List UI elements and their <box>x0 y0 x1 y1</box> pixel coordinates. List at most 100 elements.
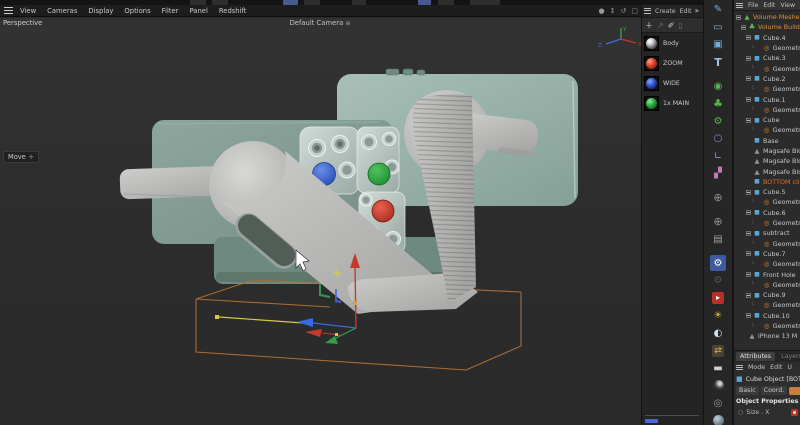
material-item[interactable]: 1x MAIN <box>642 93 703 113</box>
tree-row[interactable]: Geometry <box>734 259 800 269</box>
viewport-canvas[interactable]: Perspective Default Camera ⊕ Move✛ Y Z X <box>0 18 641 425</box>
tree-row[interactable]: Volume Mesher <box>734 12 800 22</box>
shading-icon[interactable] <box>710 325 726 341</box>
material-scroll-chip[interactable] <box>645 419 658 423</box>
camera-switch-icon[interactable]: ⊕ <box>345 20 350 27</box>
sphere-a-icon[interactable] <box>710 413 726 425</box>
sphere-dark-icon[interactable] <box>710 378 726 394</box>
menu-panel[interactable]: Panel <box>190 7 208 15</box>
material-menu-edit[interactable]: Edit <box>680 8 692 15</box>
tree-row[interactable]: Cube.2 <box>734 74 800 84</box>
sphere-icon[interactable]: ● <box>599 7 605 15</box>
material-item[interactable]: ZOOM <box>642 53 703 73</box>
keyframe-circle-icon[interactable]: ○ <box>738 409 743 416</box>
add-material-button[interactable]: ＋ <box>645 20 653 31</box>
size-x-row[interactable]: ○ Size . X <box>734 407 800 418</box>
subdiv-icon[interactable] <box>710 78 726 94</box>
material-menu-create[interactable]: Create <box>655 8 676 15</box>
tree-row[interactable]: Geometry <box>734 63 800 73</box>
main-button[interactable] <box>368 163 390 185</box>
updown-icon[interactable]: ↕ <box>610 7 616 15</box>
camera-tool-icon[interactable] <box>710 231 726 247</box>
attr-menu-edit[interactable]: Edit <box>770 364 782 371</box>
tree-row[interactable]: BOTTOM cli <box>734 177 800 187</box>
mograph-icon[interactable] <box>710 166 726 182</box>
menu-filter[interactable]: Filter <box>162 7 179 15</box>
record-badge-icon[interactable] <box>791 409 798 416</box>
tree-row[interactable]: Cube.9 <box>734 290 800 300</box>
expander-icon[interactable] <box>736 15 741 20</box>
expander-icon[interactable] <box>746 118 751 123</box>
tree-row[interactable]: Front Hole <box>734 269 800 279</box>
hamburger-icon[interactable] <box>4 7 13 14</box>
subtab-object-active[interactable] <box>789 387 800 395</box>
window-icon[interactable]: ▢ <box>631 7 638 15</box>
tree-row[interactable]: Geometry <box>734 84 800 94</box>
light-icon[interactable] <box>710 308 726 324</box>
object-menu-file[interactable]: File <box>748 2 758 9</box>
ring-icon[interactable] <box>710 395 726 411</box>
tree-row[interactable]: Geometry <box>734 125 800 135</box>
expander-icon[interactable] <box>746 313 751 318</box>
tree-row[interactable]: Magsafe Blo <box>734 146 800 156</box>
attr-menu-user[interactable]: U <box>787 364 792 371</box>
spline-corner-icon[interactable] <box>710 148 726 164</box>
expander-icon[interactable] <box>746 293 751 298</box>
pen-icon[interactable] <box>710 2 726 18</box>
menu-cameras[interactable]: Cameras <box>47 7 77 15</box>
floor-icon[interactable] <box>710 360 726 376</box>
expander-icon[interactable] <box>746 231 751 236</box>
tree-row[interactable]: Cube.6 <box>734 208 800 218</box>
menu-options[interactable]: Options <box>124 7 150 15</box>
text-tool-icon[interactable] <box>710 54 726 70</box>
orientation-axis-gizmo[interactable]: Y Z X <box>596 24 641 56</box>
expander-icon[interactable] <box>741 25 746 30</box>
expander-icon[interactable] <box>746 76 751 81</box>
tree-row[interactable]: Cube <box>734 115 800 125</box>
tree-row[interactable]: Cube.1 <box>734 94 800 104</box>
globe-b-icon[interactable] <box>710 214 726 230</box>
tab-attributes[interactable]: Attributes <box>736 352 775 361</box>
tree-row[interactable]: Magsafe Blo <box>734 166 800 176</box>
stage-icon[interactable] <box>710 290 726 306</box>
generator-icon[interactable] <box>710 113 726 129</box>
expander-icon[interactable] <box>746 251 751 256</box>
expander-icon[interactable] <box>746 97 751 102</box>
material-swatch[interactable] <box>644 56 659 71</box>
tree-row[interactable]: Geometry <box>734 300 800 310</box>
hamburger-icon[interactable] <box>736 365 743 370</box>
environment-icon[interactable] <box>710 255 726 271</box>
subtab-basic[interactable]: Basic <box>736 386 759 395</box>
tree-row[interactable]: Cube.10 <box>734 311 800 321</box>
menu-view[interactable]: View <box>20 7 36 15</box>
chevron-right-icon[interactable]: ▶ <box>696 8 700 14</box>
tree-row[interactable]: Cube.4 <box>734 33 800 43</box>
expander-icon[interactable] <box>746 210 751 215</box>
spline-circle-icon[interactable] <box>710 131 726 147</box>
attr-menu-mode[interactable]: Mode <box>748 364 765 371</box>
object-menu-edit[interactable]: Edit <box>763 2 775 9</box>
expander-icon[interactable] <box>746 272 751 277</box>
expander-icon[interactable] <box>746 56 751 61</box>
subtab-coord[interactable]: Coord. <box>761 386 788 395</box>
object-menu-view[interactable]: View <box>780 2 795 9</box>
menu-display[interactable]: Display <box>88 7 113 15</box>
tree-row[interactable]: Cube.5 <box>734 187 800 197</box>
tree-row[interactable]: Geometry <box>734 218 800 228</box>
hamburger-icon[interactable] <box>644 8 651 14</box>
tree-row[interactable]: Volume Builder <box>734 22 800 32</box>
hamburger-icon[interactable] <box>736 3 743 8</box>
tree-row[interactable]: Cube.3 <box>734 53 800 63</box>
camera-module-middle[interactable] <box>357 127 399 193</box>
tree-row[interactable]: Cube.7 <box>734 249 800 259</box>
volume-builder-icon[interactable] <box>710 96 726 112</box>
tree-row[interactable]: Geometry <box>734 321 800 331</box>
tree-row[interactable]: iPhone 13 M <box>734 331 800 341</box>
delete-icon[interactable]: ▯ <box>678 21 682 30</box>
arrow-tool-icon[interactable]: ↗ <box>657 21 664 30</box>
eyedropper-icon[interactable]: ✐ <box>668 21 675 30</box>
globe-a-icon[interactable] <box>710 190 726 206</box>
exchange-icon[interactable] <box>710 343 726 359</box>
material-swatch[interactable] <box>644 76 659 91</box>
rect-tool-icon[interactable] <box>710 19 726 35</box>
